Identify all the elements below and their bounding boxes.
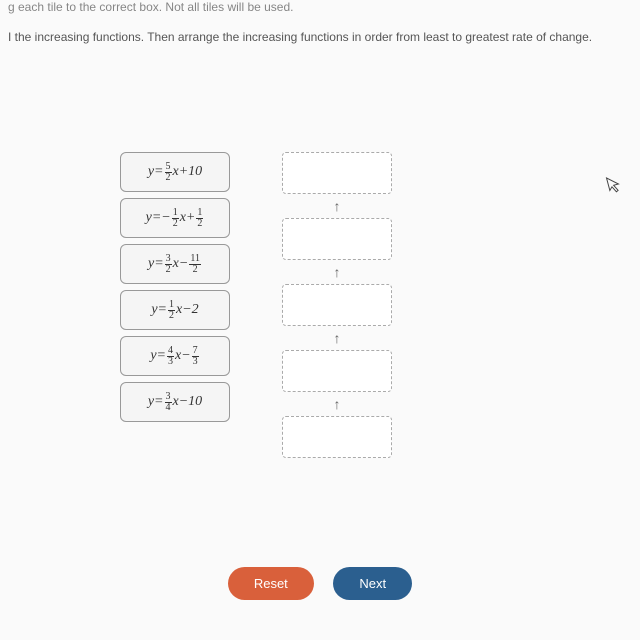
drop-slot-3[interactable]	[282, 284, 392, 326]
arrow-icon: ↑	[282, 326, 392, 350]
arrow-icon: ↑	[282, 392, 392, 416]
drop-slot-5[interactable]	[282, 416, 392, 458]
cursor-icon	[605, 174, 624, 200]
button-row: Reset Next	[0, 567, 640, 600]
tile-equation-6[interactable]: y=34x−10	[120, 382, 230, 422]
slots-column: ↑ ↑ ↑ ↑	[282, 152, 392, 458]
tile-equation-5[interactable]: y=43x−73	[120, 336, 230, 376]
arrow-icon: ↑	[282, 260, 392, 284]
instruction-line-2: I the increasing functions. Then arrange…	[0, 30, 640, 52]
drop-slot-2[interactable]	[282, 218, 392, 260]
reset-button[interactable]: Reset	[228, 567, 314, 600]
tile-equation-2[interactable]: y=−12x+12	[120, 198, 230, 238]
arrow-icon: ↑	[282, 194, 392, 218]
tile-equation-4[interactable]: y=12x−2	[120, 290, 230, 330]
instruction-line-1: g each tile to the correct box. Not all …	[0, 0, 640, 14]
drop-slot-1[interactable]	[282, 152, 392, 194]
next-button[interactable]: Next	[333, 567, 412, 600]
content-area: y=52x+10 y=−12x+12 y=32x−112 y=12x−2 y=4…	[0, 52, 640, 112]
drop-slot-4[interactable]	[282, 350, 392, 392]
tiles-column: y=52x+10 y=−12x+12 y=32x−112 y=12x−2 y=4…	[120, 152, 230, 428]
tile-equation-3[interactable]: y=32x−112	[120, 244, 230, 284]
tile-equation-1[interactable]: y=52x+10	[120, 152, 230, 192]
